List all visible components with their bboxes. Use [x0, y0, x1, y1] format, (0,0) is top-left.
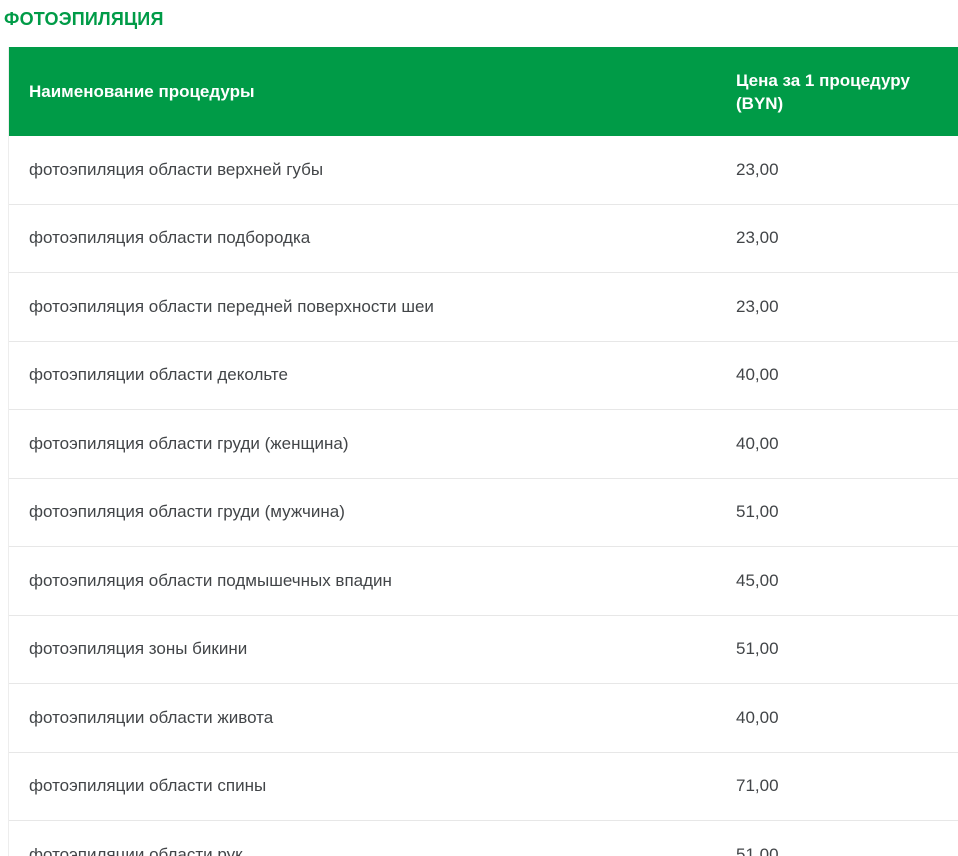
table-row: фотоэпиляция зоны бикини 51,00	[9, 616, 958, 685]
procedure-name-cell: фотоэпиляции области живота	[9, 707, 714, 729]
procedure-price-cell: 23,00	[714, 227, 958, 249]
procedure-price-cell: 40,00	[714, 364, 958, 386]
procedure-name-cell: фотоэпиляция области подбородка	[9, 227, 714, 249]
procedure-name-cell: фотоэпиляции области декольте	[9, 364, 714, 386]
table-body: фотоэпиляция области верхней губы 23,00 …	[9, 136, 958, 856]
table-row: фотоэпиляция области груди (мужчина) 51,…	[9, 479, 958, 548]
procedure-price-cell: 71,00	[714, 775, 958, 797]
procedure-name-cell: фотоэпиляция области груди (женщина)	[9, 433, 714, 455]
procedure-name-cell: фотоэпиляции области рук	[9, 844, 714, 856]
procedure-name-cell: фотоэпиляция области груди (мужчина)	[9, 501, 714, 523]
table-row: фотоэпиляции области рук 51,00	[9, 821, 958, 856]
procedure-price-cell: 51,00	[714, 501, 958, 523]
table-row: фотоэпиляция области передней поверхност…	[9, 273, 958, 342]
table-row: фотоэпиляции области спины 71,00	[9, 753, 958, 822]
column-header-procedure-name: Наименование процедуры	[9, 80, 714, 103]
procedure-name-cell: фотоэпиляция области подмышечных впадин	[9, 570, 714, 592]
procedure-price-cell: 45,00	[714, 570, 958, 592]
table-header-row: Наименование процедуры Цена за 1 процеду…	[9, 47, 958, 136]
procedure-price-cell: 51,00	[714, 638, 958, 660]
procedure-price-cell: 23,00	[714, 296, 958, 318]
table-row: фотоэпиляция области груди (женщина) 40,…	[9, 410, 958, 479]
price-table: Наименование процедуры Цена за 1 процеду…	[8, 47, 958, 856]
procedure-name-cell: фотоэпиляция зоны бикини	[9, 638, 714, 660]
table-row: фотоэпиляция области подбородка 23,00	[9, 205, 958, 274]
table-row: фотоэпиляции области декольте 40,00	[9, 342, 958, 411]
table-row: фотоэпиляция области верхней губы 23,00	[9, 136, 958, 205]
procedure-price-cell: 40,00	[714, 707, 958, 729]
procedure-price-cell: 51,00	[714, 844, 958, 856]
column-header-price-label: Цена за 1 процедуру (BYN)	[736, 69, 916, 115]
table-row: фотоэпиляции области живота 40,00	[9, 684, 958, 753]
procedure-name-cell: фотоэпиляция области верхней губы	[9, 159, 714, 181]
price-section: ФОТОЭПИЛЯЦИЯ Наименование процедуры Цена…	[0, 9, 958, 856]
procedure-price-cell: 23,00	[714, 159, 958, 181]
section-title: ФОТОЭПИЛЯЦИЯ	[4, 9, 958, 29]
table-row: фотоэпиляция области подмышечных впадин …	[9, 547, 958, 616]
column-header-price: Цена за 1 процедуру (BYN)	[714, 69, 958, 115]
procedure-price-cell: 40,00	[714, 433, 958, 455]
procedure-name-cell: фотоэпиляция области передней поверхност…	[9, 296, 714, 318]
procedure-name-cell: фотоэпиляции области спины	[9, 775, 714, 797]
